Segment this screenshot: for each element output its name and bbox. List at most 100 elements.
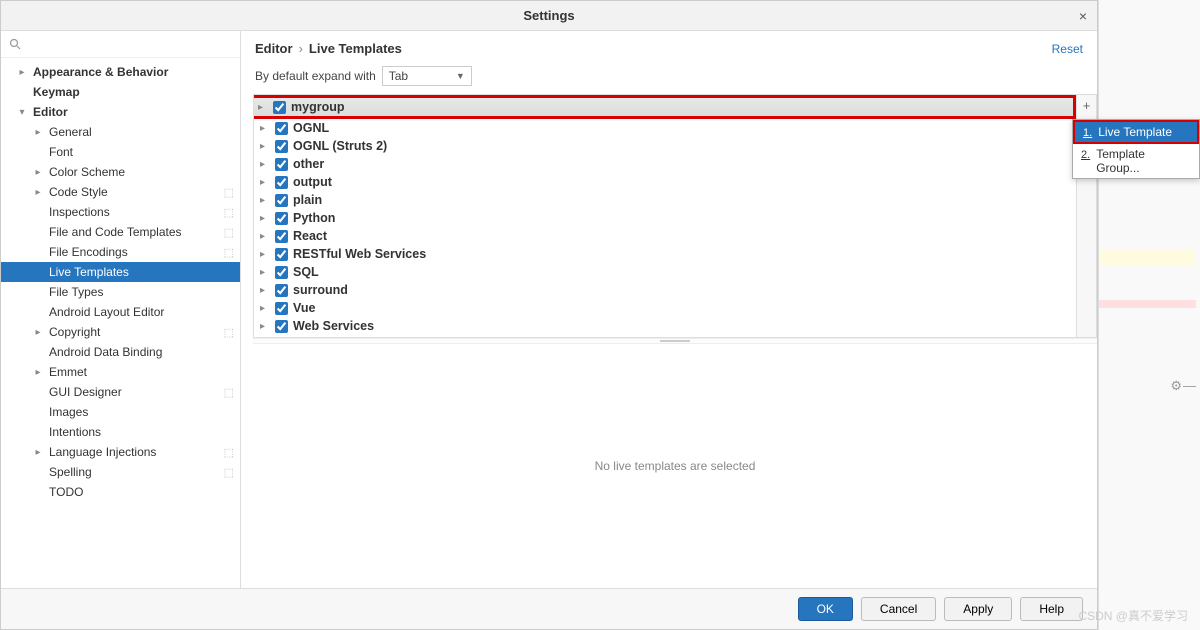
- chevron-down-icon: ▼: [456, 71, 465, 81]
- popup-item-live-template[interactable]: 1. Live Template: [1073, 120, 1199, 144]
- group-checkbox[interactable]: [275, 122, 288, 135]
- sidebar-item-intentions[interactable]: ▸Intentions: [1, 422, 240, 442]
- sidebar-item-appearance-behavior[interactable]: ▸Appearance & Behavior: [1, 62, 240, 82]
- template-group-ognl[interactable]: ▸OGNL: [254, 119, 1076, 137]
- sidebar-item-color-scheme[interactable]: ▸ Color Scheme: [1, 162, 240, 182]
- chevron-right-icon: ▸: [260, 321, 270, 332]
- template-group-plain[interactable]: ▸plain: [254, 191, 1076, 209]
- template-group-list[interactable]: ▸mygroup▸OGNL▸OGNL (Struts 2)▸other▸outp…: [254, 95, 1076, 337]
- chevron-right-icon: ▸: [260, 177, 270, 188]
- group-label: Web Services: [293, 319, 374, 333]
- group-checkbox[interactable]: [275, 176, 288, 189]
- sidebar-item-gui-designer[interactable]: ▸GUI Designer⬚: [1, 382, 240, 402]
- popup-hotkey: 1.: [1083, 127, 1092, 139]
- sidebar-item-emmet[interactable]: ▸Emmet: [1, 362, 240, 382]
- reset-link[interactable]: Reset: [1052, 42, 1083, 56]
- sidebar-item-todo[interactable]: ▸TODO: [1, 482, 240, 502]
- popup-hotkey: 2.: [1081, 149, 1090, 161]
- expand-select[interactable]: Tab ▼: [382, 66, 472, 86]
- sidebar-item-label: File Types: [49, 285, 234, 299]
- sidebar-item-android-data-binding[interactable]: ▸Android Data Binding: [1, 342, 240, 362]
- add-button[interactable]: +: [1080, 98, 1094, 112]
- group-checkbox[interactable]: [275, 140, 288, 153]
- group-checkbox[interactable]: [275, 320, 288, 333]
- expand-value: Tab: [389, 69, 408, 83]
- header: Editor › Live Templates Reset: [241, 31, 1097, 62]
- help-button[interactable]: Help: [1020, 597, 1083, 621]
- chevron-right-icon: ▸: [260, 267, 270, 278]
- titlebar: Settings ×: [1, 1, 1097, 31]
- sidebar-item-label: GUI Designer: [49, 385, 218, 399]
- add-popup-menu: 1. Live Template 2. Template Group...: [1072, 119, 1200, 179]
- sidebar-item-file-types[interactable]: ▸File Types: [1, 282, 240, 302]
- gear-icon: ⬚: [224, 386, 234, 399]
- sidebar-item-spelling[interactable]: ▸Spelling⬚: [1, 462, 240, 482]
- group-checkbox[interactable]: [275, 284, 288, 297]
- chevron-right-icon: ▸: [260, 195, 270, 206]
- cancel-button[interactable]: Cancel: [861, 597, 936, 621]
- sidebar-item-label: Language Injections: [49, 445, 218, 459]
- sidebar-item-label: Images: [49, 405, 234, 419]
- group-checkbox[interactable]: [275, 158, 288, 171]
- sidebar-item-general[interactable]: ▸General: [1, 122, 240, 142]
- sidebar-item-inspections[interactable]: ▸Inspections⬚: [1, 202, 240, 222]
- template-group-mygroup[interactable]: ▸mygroup: [254, 95, 1076, 119]
- sidebar-item-file-encodings[interactable]: ▸File Encodings⬚: [1, 242, 240, 262]
- group-label: Vue: [293, 301, 315, 315]
- sidebar-item-keymap[interactable]: ▸Keymap: [1, 82, 240, 102]
- search-wrap: [1, 31, 240, 58]
- search-input[interactable]: [25, 37, 232, 51]
- template-group-output[interactable]: ▸ output: [254, 173, 1076, 191]
- chevron-right-icon: ▸: [260, 303, 270, 314]
- gear-icon: ⬚: [224, 326, 234, 339]
- sidebar-item-label: File Encodings: [49, 245, 218, 259]
- template-group-vue[interactable]: ▸ Vue: [254, 299, 1076, 317]
- settings-tree[interactable]: ▸Appearance & Behavior▸Keymap▾Editor▸Gen…: [1, 58, 240, 588]
- sidebar-item-file-and-code-templates[interactable]: ▸File and Code Templates⬚: [1, 222, 240, 242]
- popup-item-template-group-[interactable]: 2. Template Group...: [1073, 144, 1199, 178]
- group-checkbox[interactable]: [275, 266, 288, 279]
- close-icon[interactable]: ×: [1079, 8, 1087, 24]
- template-group-other[interactable]: ▸other: [254, 155, 1076, 173]
- template-group-ognl-struts-2-[interactable]: ▸OGNL (Struts 2): [254, 137, 1076, 155]
- group-label: output: [293, 175, 332, 189]
- popup-label: Live Template: [1098, 125, 1172, 139]
- group-label: React: [293, 229, 327, 243]
- template-group-sql[interactable]: ▸ SQL: [254, 263, 1076, 281]
- group-label: SQL: [293, 265, 319, 279]
- sidebar-item-live-templates[interactable]: ▸Live Templates: [1, 262, 240, 282]
- group-label: mygroup: [291, 100, 344, 114]
- template-area: ▸mygroup▸OGNL▸OGNL (Struts 2)▸other▸outp…: [253, 94, 1097, 338]
- minimize-icon[interactable]: —: [1183, 378, 1196, 393]
- sidebar-item-language-injections[interactable]: ▸Language Injections⬚: [1, 442, 240, 462]
- template-group-restful-web-services[interactable]: ▸RESTful Web Services: [254, 245, 1076, 263]
- group-checkbox[interactable]: [275, 230, 288, 243]
- sidebar-item-images[interactable]: ▸Images: [1, 402, 240, 422]
- template-group-xsl[interactable]: ▸xsl: [254, 335, 1076, 337]
- sidebar-item-code-style[interactable]: ▸Code Style⬚: [1, 182, 240, 202]
- template-group-react[interactable]: ▸React: [254, 227, 1076, 245]
- gear-icon: ⬚: [224, 206, 234, 219]
- gear-icon: ⬚: [224, 246, 234, 259]
- sidebar-item-label: Color Scheme: [49, 165, 234, 179]
- chevron-icon: ▸: [33, 167, 43, 178]
- gear-icon[interactable]: ⚙: [1170, 378, 1182, 394]
- group-checkbox[interactable]: [273, 101, 286, 114]
- template-group-surround[interactable]: ▸surround: [254, 281, 1076, 299]
- group-checkbox[interactable]: [275, 212, 288, 225]
- group-checkbox[interactable]: [275, 248, 288, 261]
- template-group-python[interactable]: ▸Python: [254, 209, 1076, 227]
- sidebar-item-font[interactable]: ▸Font: [1, 142, 240, 162]
- sidebar-item-android-layout-editor[interactable]: ▸Android Layout Editor: [1, 302, 240, 322]
- apply-button[interactable]: Apply: [944, 597, 1012, 621]
- sidebar-item-copyright[interactable]: ▸Copyright⬚: [1, 322, 240, 342]
- sidebar-item-editor[interactable]: ▾Editor: [1, 102, 240, 122]
- group-checkbox[interactable]: [275, 302, 288, 315]
- breadcrumb-leaf: Live Templates: [309, 41, 402, 56]
- ok-button[interactable]: OK: [798, 597, 853, 621]
- dialog-title: Settings: [523, 8, 574, 23]
- popup-label: Template Group...: [1096, 147, 1191, 175]
- group-label: OGNL (Struts 2): [293, 139, 387, 153]
- group-checkbox[interactable]: [275, 194, 288, 207]
- template-group-web-services[interactable]: ▸ Web Services: [254, 317, 1076, 335]
